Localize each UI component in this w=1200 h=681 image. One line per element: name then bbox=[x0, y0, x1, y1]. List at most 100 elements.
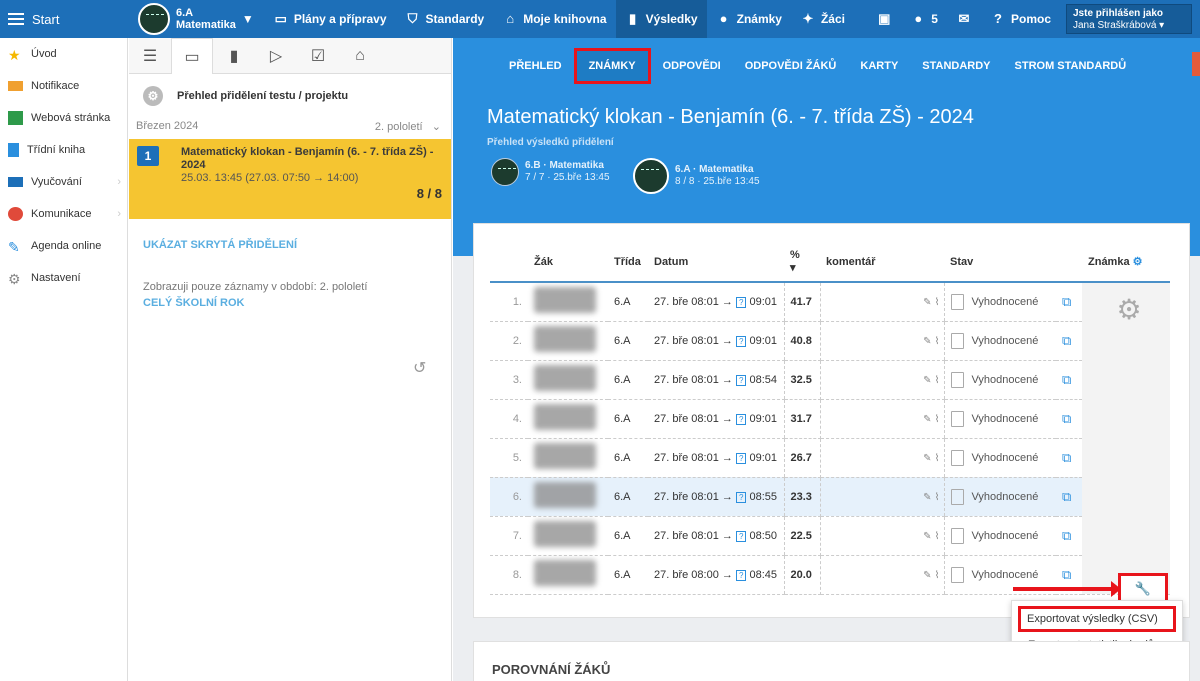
row-comment[interactable]: ✎ ⌇ bbox=[820, 399, 944, 439]
month-label: Březen 2024 bbox=[136, 120, 199, 132]
student-name[interactable] bbox=[528, 555, 608, 595]
period-header[interactable]: Březen 2024 2. pololetí ⌄ bbox=[129, 112, 451, 139]
open-external-icon[interactable]: ⧉ bbox=[1056, 399, 1082, 439]
help-button[interactable]: ? Pomoc bbox=[981, 0, 1060, 38]
table-row[interactable]: 4. 6.A 27. bře 08:01 → ? 09:01 31.7 ✎ ⌇ Vyhod… bbox=[490, 399, 1170, 439]
col-status[interactable]: Stav bbox=[944, 242, 1056, 283]
tab-video[interactable]: ▷ bbox=[255, 38, 297, 74]
paperclip-icon: ⌇ bbox=[934, 491, 940, 503]
screen-share-button[interactable]: ▣ bbox=[867, 0, 901, 38]
table-row[interactable]: 5. 6.A 27. bře 08:01 → ? 09:01 26.7 ✎ ⌇ Vyhod… bbox=[490, 438, 1170, 478]
col-date[interactable]: Datum bbox=[648, 242, 784, 283]
tab-cards[interactable]: KARTY bbox=[848, 48, 910, 84]
tab-reading[interactable]: ⌂ bbox=[339, 38, 381, 74]
open-external-icon[interactable]: ⧉ bbox=[1056, 516, 1082, 556]
tab-standards-tree[interactable]: STROM STANDARDŮ bbox=[1003, 48, 1139, 84]
student-name[interactable] bbox=[528, 321, 608, 361]
nav-item-home[interactable]: ★ Úvod bbox=[0, 38, 127, 70]
student-name[interactable] bbox=[528, 477, 608, 517]
col-percent[interactable]: % ▾ bbox=[784, 242, 820, 283]
tab-student-answers[interactable]: ODPOVĚDI ŽÁKŮ bbox=[733, 48, 849, 84]
mail-button[interactable]: ✉ bbox=[947, 0, 981, 38]
messages-button[interactable]: ● 5 bbox=[901, 0, 947, 38]
row-number: 8. bbox=[490, 555, 528, 595]
row-comment[interactable]: ✎ ⌇ bbox=[820, 516, 944, 556]
tab-overview[interactable]: PŘEHLED bbox=[497, 48, 574, 84]
nav-item-communication[interactable]: Komunikace › bbox=[0, 198, 127, 230]
tab-tasks[interactable]: ☑ bbox=[297, 38, 339, 74]
user-menu[interactable]: Jste přihlášen jako Jana Straškrábová ▾ bbox=[1066, 4, 1192, 34]
student-name[interactable] bbox=[528, 516, 608, 556]
paperclip-icon: ⌇ bbox=[934, 335, 940, 347]
open-external-icon[interactable]: ⧉ bbox=[1056, 321, 1082, 361]
star-icon: ★ bbox=[8, 47, 21, 63]
col-comment[interactable]: komentář bbox=[820, 242, 944, 283]
bar-chart-icon: ▮ bbox=[628, 11, 637, 26]
row-status: Vyhodnocené bbox=[943, 399, 1056, 439]
table-row[interactable]: 7. 6.A 27. bře 08:01 → ? 08:50 22.5 ✎ ⌇ Vyhod… bbox=[490, 516, 1170, 556]
open-external-icon[interactable]: ⧉ bbox=[1056, 282, 1082, 322]
nav-grades[interactable]: ● Známky bbox=[707, 0, 791, 38]
paperclip-icon: ⌇ bbox=[934, 530, 940, 542]
row-comment[interactable]: ✎ ⌇ bbox=[820, 438, 944, 478]
history-icon[interactable]: ↺ bbox=[413, 358, 426, 378]
tab-backpack[interactable]: ▮ bbox=[213, 38, 255, 74]
tab-menu[interactable]: ☰ bbox=[129, 38, 171, 74]
row-comment[interactable]: ✎ ⌇ bbox=[820, 555, 944, 595]
student-name[interactable] bbox=[528, 399, 608, 439]
nav-students[interactable]: ✦ Žáci bbox=[791, 0, 854, 38]
whole-year-link[interactable]: CELÝ ŠKOLNÍ ROK bbox=[143, 297, 244, 309]
export-csv-item[interactable]: Exportovat výsledky (CSV) bbox=[1018, 606, 1176, 632]
nav-item-teaching[interactable]: Vyučování › bbox=[0, 166, 127, 198]
nav-results[interactable]: ▮ Výsledky bbox=[615, 0, 707, 38]
student-name[interactable] bbox=[528, 438, 608, 478]
nav-item-settings[interactable]: ⚙ Nastavení bbox=[0, 262, 127, 294]
row-comment[interactable]: ✎ ⌇ bbox=[820, 360, 944, 400]
open-external-icon[interactable]: ⧉ bbox=[1056, 477, 1082, 517]
tab-standards[interactable]: STANDARDY bbox=[910, 48, 1002, 84]
row-comment[interactable]: ✎ ⌇ bbox=[820, 477, 944, 517]
table-row[interactable]: 6. 6.A 27. bře 08:01 → ? 08:55 23.3 ✎ ⌇ Vyhod… bbox=[490, 477, 1170, 517]
grade-cell[interactable]: ⚙ bbox=[1082, 282, 1170, 595]
nav-plans[interactable]: ▭ Plány a přípravy bbox=[264, 0, 396, 38]
nav-standards[interactable]: ⛉ Standardy bbox=[396, 0, 494, 38]
envelope-icon bbox=[8, 81, 23, 91]
open-external-icon[interactable]: ⧉ bbox=[1056, 438, 1082, 478]
student-name[interactable] bbox=[528, 360, 608, 400]
class-chip-6a[interactable]: 6.A · Matematika 8 / 8 · 25.bře 13:45 bbox=[633, 158, 760, 194]
class-chip-6b[interactable]: 6.B · Matematika 7 / 7 · 25.bře 13:45 bbox=[491, 158, 610, 186]
col-class[interactable]: Třída bbox=[608, 242, 648, 283]
tab-answers[interactable]: ODPOVĚDI bbox=[651, 48, 733, 84]
row-date: 27. bře 08:01 → ? 08:54 bbox=[648, 360, 784, 400]
show-hidden-link[interactable]: UKÁZAT SKRYTÁ PŘIDĚLENÍ bbox=[143, 239, 297, 251]
document-icon bbox=[950, 371, 964, 388]
student-name[interactable] bbox=[528, 282, 608, 322]
open-book-icon bbox=[8, 177, 23, 187]
nav-item-class-book[interactable]: Třídní kniha bbox=[0, 134, 127, 166]
overview-link[interactable]: ⚙ Přehled přidělení testu / projektu bbox=[129, 74, 451, 112]
document-icon bbox=[950, 293, 964, 310]
table-row[interactable]: 3. 6.A 27. bře 08:01 → ? 08:54 32.5 ✎ ⌇ Vyhod… bbox=[490, 360, 1170, 400]
question-box-icon: ? bbox=[735, 530, 747, 542]
row-percent: 20.0 bbox=[783, 555, 821, 595]
row-comment[interactable]: ✎ ⌇ bbox=[820, 321, 944, 361]
nav-item-website[interactable]: Webová stránka bbox=[0, 102, 127, 134]
row-comment[interactable]: ✎ ⌇ bbox=[820, 282, 944, 322]
assignment-item[interactable]: 1 Matematický klokan - Benjamín (6. - 7.… bbox=[129, 139, 451, 219]
open-external-icon[interactable]: ⧉ bbox=[1056, 360, 1082, 400]
pen-icon: ✎ bbox=[923, 452, 932, 464]
nav-library[interactable]: ⌂ Moje knihovna bbox=[493, 0, 615, 38]
tab-tests[interactable]: ▭ bbox=[171, 38, 213, 74]
col-student[interactable]: Žák bbox=[528, 242, 608, 283]
start-menu-button[interactable]: Start bbox=[0, 0, 128, 38]
row-class: 6.A bbox=[608, 555, 648, 595]
library-icon: ⌂ bbox=[506, 11, 515, 26]
table-row[interactable]: 1. 6.A 27. bře 08:01 → ? 09:01 41.7 ✎ ⌇ Vyhod… bbox=[490, 282, 1170, 595]
task-icon: ☑ bbox=[310, 48, 326, 65]
nav-item-agenda[interactable]: ✎ Agenda online bbox=[0, 230, 127, 262]
col-grade[interactable]: Známka ⚙ bbox=[1082, 242, 1170, 283]
tab-grades[interactable]: ZNÁMKY bbox=[573, 48, 651, 84]
nav-item-notifications[interactable]: Notifikace bbox=[0, 70, 127, 102]
class-selector[interactable]: 6.A Matematika ▼ bbox=[128, 0, 264, 38]
table-row[interactable]: 2. 6.A 27. bře 08:01 → ? 09:01 40.8 ✎ ⌇ Vyhod… bbox=[490, 321, 1170, 361]
